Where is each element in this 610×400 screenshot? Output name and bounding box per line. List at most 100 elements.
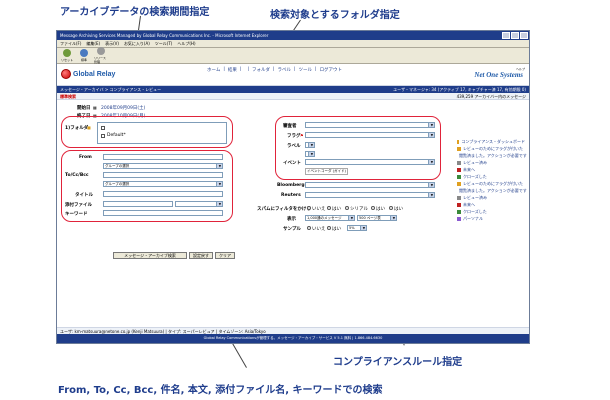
menu-tools[interactable]: ツール(T) bbox=[155, 40, 173, 47]
dashboard-item[interactable]: 閲覧済ました。アクションが必要です bbox=[457, 152, 527, 159]
nav-labels[interactable]: ラベル bbox=[278, 67, 292, 73]
page-size-select[interactable]: 500 ページ表 ▼ bbox=[357, 215, 397, 221]
section-title: 標準検索 bbox=[60, 94, 76, 99]
start-date-label: 開始日 bbox=[77, 106, 91, 111]
nav-results[interactable]: 結果 bbox=[228, 67, 237, 73]
spam-opt-no: いいえ bbox=[312, 207, 326, 212]
spam-opt-serial: シリアル bbox=[350, 207, 368, 212]
menu-file[interactable]: ファイル(F) bbox=[60, 40, 81, 47]
bloomberg-label: Bloomberg bbox=[277, 183, 305, 188]
reuters-select[interactable]: ▼ bbox=[305, 192, 435, 198]
standard-button[interactable]: 標準 bbox=[77, 49, 91, 62]
user-stats: ユーザ・マネージャ: 34 (アクティブ 17, キャプチャー済 17, 有効期… bbox=[393, 87, 526, 92]
dashboard-title[interactable]: コンプライアンス・ダッシュボード bbox=[457, 138, 525, 145]
chevron-down-icon: ▼ bbox=[218, 164, 221, 168]
dashboard-item[interactable]: 閲覧済ました。アクションが必要です bbox=[457, 187, 527, 194]
spam-opt-yes-2: はい bbox=[376, 207, 385, 212]
nav-logout[interactable]: ログアウト bbox=[320, 67, 343, 73]
callout-folder: 検索対象とするフォルダ指定 bbox=[270, 10, 400, 21]
reset-settings-button[interactable]: 設定戻す bbox=[189, 252, 213, 259]
start-date-value[interactable]: 2008年09月09日(土) bbox=[101, 105, 145, 111]
archive-search-button[interactable]: メッセージ・アーカイブ検索 bbox=[113, 252, 187, 259]
search-form: 開始日 ▦ 2008年09月09日(土) 終了日 ▦ 2008年10月09日(月… bbox=[57, 100, 529, 320]
status-dot-icon bbox=[457, 202, 461, 207]
callout-search-fields: From, To, Cc, Bcc, 件名, 本文, 添付ファイル名, キーワー… bbox=[58, 385, 383, 396]
nav-folders[interactable]: フォルダ bbox=[252, 67, 270, 73]
top-nav: ホーム | 結果 | | フォルダ | ラベル | ツール | ログアウト bbox=[207, 67, 343, 73]
menu-edit[interactable]: 編集(E) bbox=[86, 40, 100, 47]
status-dot-icon bbox=[457, 209, 461, 214]
spam-radio-yes-2[interactable] bbox=[371, 206, 375, 210]
bloomberg-select[interactable]: ▼ bbox=[305, 182, 435, 188]
status-bar: ユーザ: km-matsuura@netone.co.jp (Kenji Mat… bbox=[57, 327, 529, 334]
release-button[interactable]: リリース管理 bbox=[94, 47, 108, 64]
chevron-down-icon: ▼ bbox=[310, 152, 313, 156]
status-dot-icon bbox=[457, 174, 461, 179]
net-one-logo: Net One Systems bbox=[474, 71, 523, 79]
status-dot-icon bbox=[457, 181, 461, 186]
spam-radio-no[interactable] bbox=[307, 206, 311, 210]
clear-button[interactable]: クリア bbox=[215, 252, 235, 259]
chevron-down-icon: ▼ bbox=[430, 133, 433, 137]
close-icon[interactable] bbox=[520, 32, 528, 39]
section-bar: 標準検索 439,259 アーカイバー内のメッセージ bbox=[57, 93, 529, 100]
status-dot-icon bbox=[457, 146, 461, 151]
dashboard-item[interactable]: パーソナル bbox=[457, 215, 525, 222]
brand-header: Global Relay ホーム | 結果 | | フォルダ | ラベル | ツ… bbox=[57, 64, 529, 86]
breadcrumb-bar: メッセージ・アーカイバ > コンプライアンス・レビュー ユーザ・マネージャ: 3… bbox=[57, 86, 529, 93]
status-dot-icon bbox=[457, 167, 461, 172]
dashboard-item[interactable]: 未来へ bbox=[457, 166, 525, 173]
dashboard-item[interactable]: クローズした bbox=[457, 208, 525, 215]
dashboard-item[interactable]: クローズした bbox=[457, 173, 525, 180]
spam-label: スパムにフィルタをかける bbox=[257, 207, 311, 212]
chevron-down-icon: ▼ bbox=[430, 193, 433, 197]
sample-radio-yes[interactable] bbox=[327, 226, 331, 230]
reuters-label: Reuters bbox=[281, 193, 301, 198]
reset-button[interactable]: リセット bbox=[60, 49, 74, 62]
global-relay-logo: Global Relay bbox=[61, 69, 115, 79]
minimize-icon[interactable] bbox=[502, 32, 510, 39]
compliance-dashboard: コンプライアンス・ダッシュボード レビューのためにフラグが付いた 閲覧済ました。ア… bbox=[457, 138, 527, 222]
status-dot-icon bbox=[457, 216, 461, 221]
nav-home[interactable]: ホーム bbox=[207, 67, 220, 73]
dashboard-item[interactable]: レビューのためにフラグが付いた bbox=[457, 145, 525, 152]
sample-radio-no[interactable] bbox=[307, 226, 311, 230]
chevron-down-icon: ▼ bbox=[218, 182, 221, 186]
spam-radio-yes-3[interactable] bbox=[389, 206, 393, 210]
spam-opt-yes: はい bbox=[332, 207, 341, 212]
footer: Global Relay Communicationsが管理する。メッセージ・ア… bbox=[57, 334, 529, 343]
compliance-highlight bbox=[275, 116, 441, 180]
nav-tools[interactable]: ツール bbox=[299, 67, 313, 73]
dashboard-item[interactable]: レビュー済み bbox=[457, 159, 525, 166]
chevron-down-icon: ▼ bbox=[218, 202, 221, 206]
globe-icon bbox=[61, 69, 71, 79]
menu-help[interactable]: ヘルプ(H) bbox=[177, 40, 195, 47]
chevron-down-icon: ▼ bbox=[350, 216, 353, 220]
sample-percent-select[interactable]: 5% ▼ bbox=[347, 225, 367, 231]
dashboard-item[interactable]: 未来へ bbox=[457, 201, 525, 208]
status-dot-icon bbox=[457, 160, 461, 165]
chevron-down-icon: ▼ bbox=[430, 160, 433, 164]
spam-radio-serial[interactable] bbox=[345, 206, 349, 210]
chevron-down-icon: ▼ bbox=[430, 123, 433, 127]
chevron-down-icon: ▼ bbox=[392, 216, 395, 220]
browser-window: Message Archiving Services Managed by Gl… bbox=[56, 30, 530, 344]
standard-icon bbox=[80, 49, 88, 57]
spam-opt-yes-3: はい bbox=[394, 207, 403, 212]
reset-icon bbox=[63, 49, 71, 57]
sample-label: サンプル bbox=[283, 227, 301, 232]
app-toolbar: リセット 標準 リリース管理 bbox=[57, 47, 529, 64]
dashboard-item[interactable]: レビューのためにフラグが付いた bbox=[457, 180, 525, 187]
menu-view[interactable]: 表示(V) bbox=[105, 40, 119, 47]
chevron-down-icon: ▼ bbox=[362, 226, 365, 230]
menu-favorites[interactable]: お気に入り(A) bbox=[124, 40, 150, 47]
message-count: 439,259 アーカイバー内のメッセージ bbox=[456, 94, 526, 99]
window-title: Message Archiving Services Managed by Gl… bbox=[60, 33, 269, 38]
chevron-down-icon: ▼ bbox=[310, 143, 313, 147]
calendar-icon[interactable]: ▦ bbox=[93, 105, 97, 110]
spam-radio-yes[interactable] bbox=[327, 206, 331, 210]
maximize-icon[interactable] bbox=[511, 32, 519, 39]
display-count-select[interactable]: 1,000通のメッセージ ▼ bbox=[305, 215, 355, 221]
dashboard-item[interactable]: レビュー済み bbox=[457, 194, 525, 201]
dashboard-icon bbox=[457, 139, 460, 144]
